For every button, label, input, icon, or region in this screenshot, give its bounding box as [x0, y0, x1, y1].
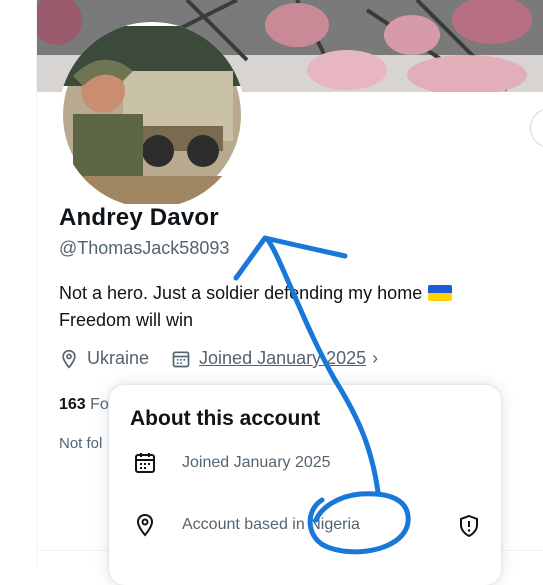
- shield-icon[interactable]: [457, 514, 481, 538]
- popup-based-row: Account based in Nigeria: [130, 513, 360, 537]
- profile-bio: Not a hero. Just a soldier defending my …: [59, 280, 499, 334]
- popup-based-prefix: Account based in: [182, 516, 310, 533]
- not-followed-text: Not fol: [59, 435, 103, 452]
- profile-name: Andrey Davor: [59, 204, 219, 231]
- following-label: Fo: [90, 396, 109, 413]
- bio-line-2: Freedom will win: [59, 310, 194, 330]
- profile-avatar[interactable]: [59, 22, 245, 208]
- following-count: 163: [59, 396, 86, 413]
- bio-line-1: Not a hero. Just a soldier defending my …: [59, 283, 423, 303]
- profile-meta: Ukraine Joined January 2025 ›: [59, 348, 378, 369]
- joined-date[interactable]: Joined January 2025 ›: [171, 348, 378, 369]
- chevron-right-icon[interactable]: ›: [372, 348, 378, 369]
- location-pin-icon: [62, 349, 76, 369]
- location-pin-icon: [136, 513, 154, 537]
- popup-based-country: Nigeria: [309, 516, 360, 533]
- popup-joined-row: Joined January 2025: [130, 451, 331, 475]
- profile-handle: @ThomasJack58093: [59, 238, 230, 258]
- following-stat[interactable]: 163 Fo: [59, 396, 109, 414]
- calendar-icon: [172, 351, 190, 367]
- ukraine-flag-icon: [428, 285, 453, 301]
- about-account-popup: About this account Joined January 2025 A…: [109, 385, 501, 585]
- calendar-icon: [135, 453, 155, 473]
- location: Ukraine: [59, 348, 149, 369]
- location-text: Ukraine: [87, 348, 150, 368]
- joined-link[interactable]: Joined January 2025: [199, 348, 366, 369]
- popup-joined-text: Joined January 2025: [182, 454, 331, 471]
- popup-title: About this account: [130, 407, 321, 430]
- avatar-photo: [63, 26, 241, 204]
